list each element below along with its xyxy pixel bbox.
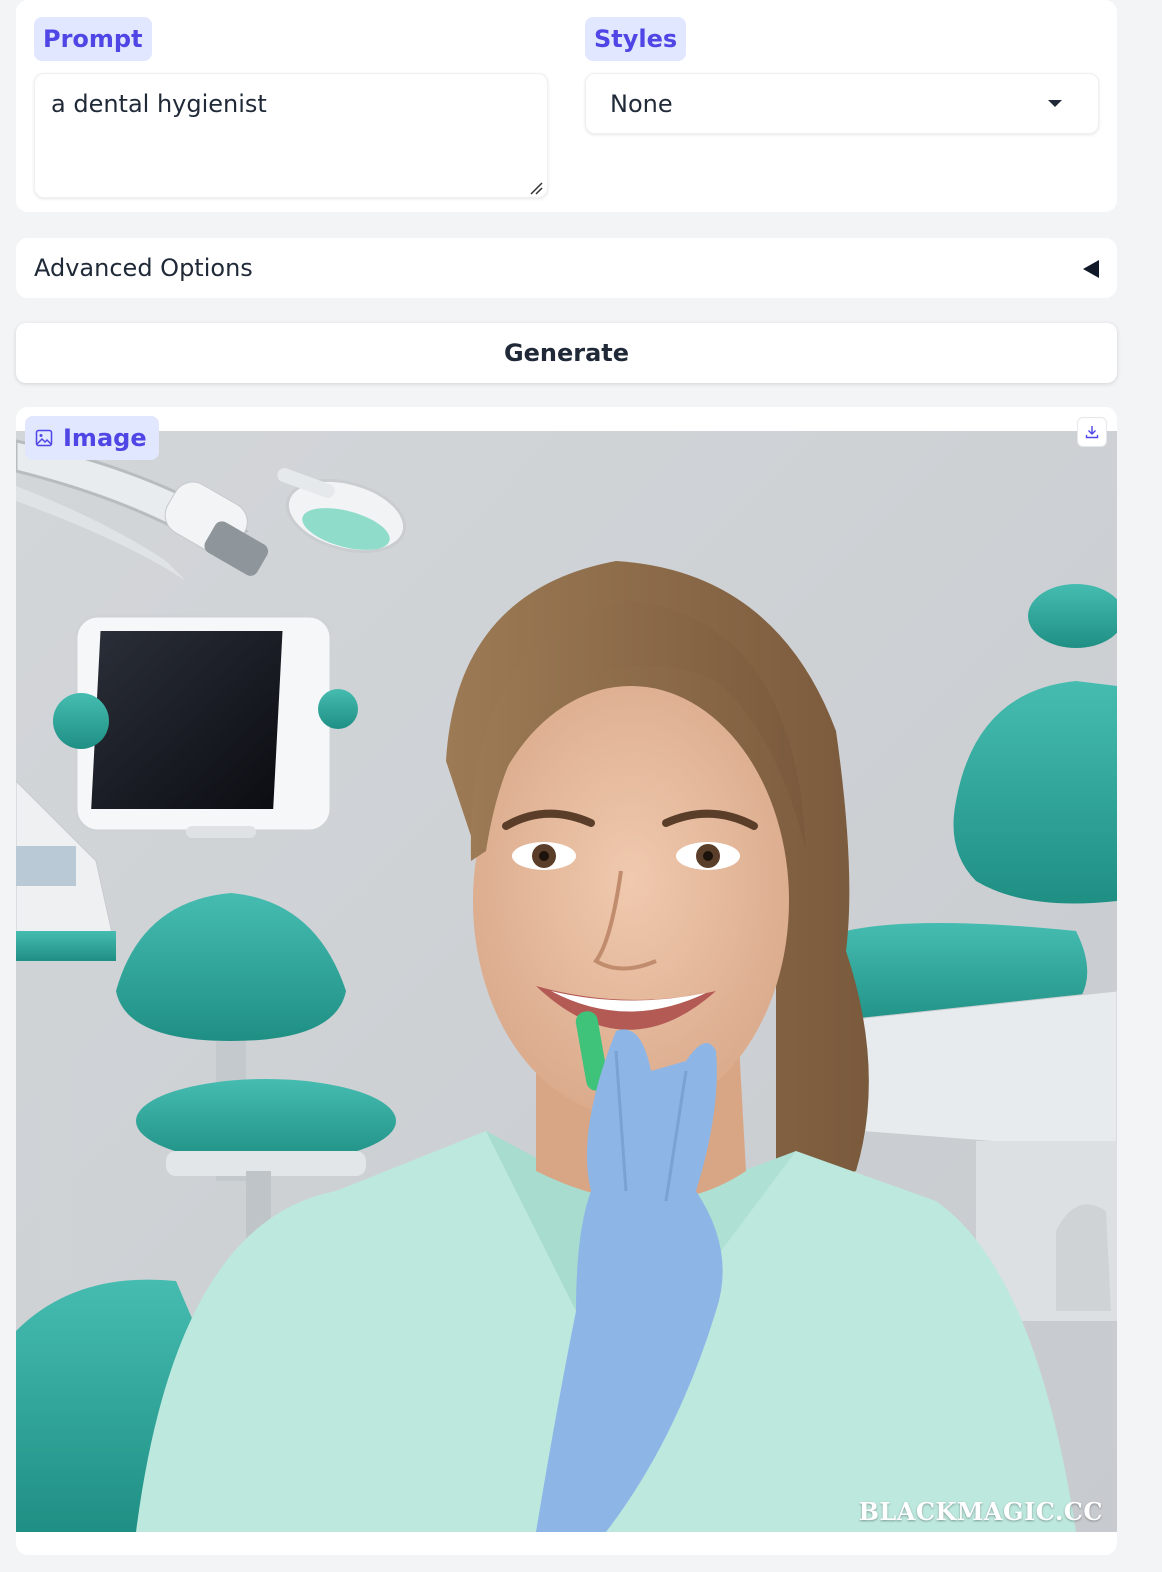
image-output-label-text: Image [63,424,147,452]
generated-image-illustration [16,431,1117,1532]
triangle-left-icon [1083,260,1099,278]
styles-label: Styles [585,17,687,61]
generate-button[interactable]: Generate [16,323,1117,383]
download-button[interactable] [1077,417,1107,447]
prompt-label: Prompt [34,17,152,61]
image-output-label: Image [25,416,159,460]
styles-selected-value: None [610,90,673,118]
prompt-value[interactable]: a dental hygienist [51,90,267,118]
download-icon [1085,426,1099,439]
generated-image: BLACKMAGIC.CC [16,431,1117,1532]
watermark: BLACKMAGIC.CC [858,1497,1103,1526]
styles-dropdown[interactable]: None [585,73,1099,134]
image-icon [35,429,53,447]
prompt-textarea[interactable]: a dental hygienist [34,73,548,198]
input-panel: Prompt a dental hygienist Styles None [16,0,1117,212]
advanced-options-accordion[interactable]: Advanced Options [16,238,1117,298]
caret-down-icon [1048,100,1062,107]
resize-handle-icon[interactable] [529,181,543,195]
advanced-options-label: Advanced Options [34,254,253,282]
